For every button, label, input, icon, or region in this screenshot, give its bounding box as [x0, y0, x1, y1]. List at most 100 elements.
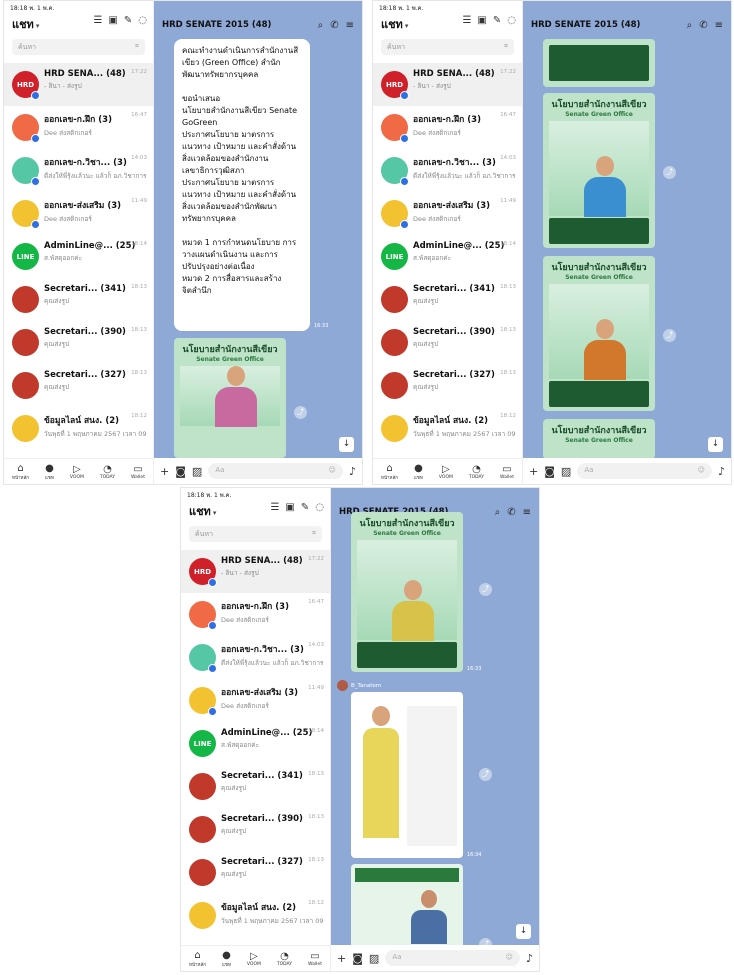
list-item[interactable]: Secretari... (341) คุณส่งรูป 18:13 — [4, 278, 153, 321]
tab-today[interactable]: ◔ TODAY — [100, 464, 115, 480]
plus-icon[interactable]: + — [160, 465, 169, 478]
list-item[interactable]: ออกเลข-ส่งเสริม (3) Dee ส่งสติกเกอร์ 11:49 — [373, 192, 522, 235]
poster-image[interactable]: นโยบายสำนักงานสีเขียว Senate Green Offic… — [174, 338, 286, 458]
chat-title[interactable]: แชท ▾ — [189, 502, 216, 520]
menu-icon[interactable]: ≡ — [715, 20, 723, 31]
poster-image[interactable]: นโยบายสำนักงานสีเขียว Senate Green Offic… — [543, 93, 655, 248]
poster-image[interactable]: นโยบายสำนักงานสีเขียว Senate Green Offic… — [543, 419, 655, 459]
emoji-icon[interactable]: ☺ — [506, 953, 513, 963]
scan-icon[interactable]: ⌗ — [504, 42, 508, 52]
poster-image[interactable]: นโยบายสำนักงานสีเขียว Senate Green Offic… — [351, 512, 463, 672]
list-item[interactable]: LINE AdminLine@... (25) ส.พัสดุออกค่ะ 18:14 — [4, 235, 153, 278]
phone-icon[interactable]: ✆ — [507, 507, 515, 518]
image-icon[interactable]: ▨ — [369, 952, 379, 965]
scroll-down-button[interactable]: ↓ — [339, 437, 354, 452]
document-image[interactable] — [351, 692, 463, 858]
search-input[interactable]: ค้นหา ⌗ — [12, 39, 145, 55]
phone-icon[interactable]: ✆ — [699, 20, 707, 31]
list-item[interactable]: Secretari... (327) คุณส่งรูป 18:13 — [373, 364, 522, 407]
image-icon[interactable]: ▨ — [192, 465, 202, 478]
tab-chats[interactable]: ● แชท — [414, 463, 423, 481]
camera-icon[interactable]: ◙ — [544, 465, 555, 478]
list-item[interactable]: ออกเลข-ก.ฝึก (3) Dee ส่งสติกเกอร์ 16:47 — [4, 106, 153, 149]
share-icon[interactable]: ⤴ — [479, 768, 492, 781]
new-chat-icon[interactable]: ✎ — [301, 502, 309, 513]
sort-icon[interactable]: ☰ — [462, 15, 471, 26]
list-item[interactable]: HRD HRD SENA... (48) - ลินา - ส่งรูป 17:22 — [4, 63, 153, 106]
search-input[interactable]: ค้นหา ⌗ — [381, 39, 514, 55]
sender[interactable]: B_Tanatorn — [337, 680, 381, 691]
tab-voom[interactable]: ▷ VOOM — [439, 464, 453, 480]
list-item[interactable]: Secretari... (341) คุณส่งรูป 18:13 — [373, 278, 522, 321]
share-icon[interactable]: ⤴ — [479, 583, 492, 596]
poster-image[interactable] — [543, 39, 655, 87]
chat-title[interactable]: แชท ▾ — [12, 15, 39, 33]
scroll-down-button[interactable]: ↓ — [708, 437, 723, 452]
search-input[interactable]: ค้นหา ⌗ — [189, 526, 322, 542]
tab-voom[interactable]: ▷ VOOM — [70, 464, 84, 480]
list-item[interactable]: Secretari... (327) คุณส่งรูป 18:13 — [181, 851, 330, 894]
mic-icon[interactable]: ♪ — [718, 465, 725, 478]
tab-wallet[interactable]: ▭ Wallet — [131, 464, 145, 480]
tab-today[interactable]: ◔ TODAY — [469, 464, 484, 480]
tab-chats[interactable]: ● แชท — [222, 950, 231, 968]
plus-icon[interactable]: + — [529, 465, 538, 478]
list-item[interactable]: ออกเลข-ส่งเสริม (3) Dee ส่งสติกเกอร์ 11:49 — [181, 679, 330, 722]
tab-wallet[interactable]: ▭ Wallet — [500, 464, 514, 480]
message-input[interactable]: Aa ☺ — [385, 950, 520, 966]
list-item[interactable]: LINE AdminLine@... (25) ส.พัสดุออกค่ะ 18:14 — [373, 235, 522, 278]
search-icon[interactable]: ⌕ — [687, 20, 693, 31]
list-item[interactable]: ออกเลข-ก.วิชา... (3) ดีส่งให้พี่รุ้งแล้วน… — [4, 149, 153, 192]
tab-home[interactable]: ⌂ หน้าหลัก — [189, 950, 206, 968]
chat-title[interactable]: แชท ▾ — [381, 15, 408, 33]
share-icon[interactable]: ⤴ — [663, 166, 676, 179]
list-item[interactable]: HRD HRD SENA... (48) - ลินา - ส่งรูป 17:22 — [373, 63, 522, 106]
openchat-icon[interactable]: ◌ — [507, 15, 516, 26]
list-item[interactable]: LINE AdminLine@... (25) ส.พัสดุออกค่ะ 18:14 — [181, 722, 330, 765]
list-item[interactable]: Secretari... (341) คุณส่งรูป 18:13 — [181, 765, 330, 808]
chat-room-title[interactable]: HRD SENATE 2015 (48) — [162, 20, 271, 30]
list-item[interactable]: HRD HRD SENA... (48) - ลินา - ส่งรูป 17:22 — [181, 550, 330, 593]
phone-icon[interactable]: ✆ — [330, 20, 338, 31]
search-icon[interactable]: ⌕ — [318, 20, 324, 31]
document-image[interactable] — [351, 864, 463, 949]
mic-icon[interactable]: ♪ — [349, 465, 356, 478]
scan-icon[interactable]: ⌗ — [312, 529, 316, 539]
sort-icon[interactable]: ☰ — [270, 502, 279, 513]
mic-icon[interactable]: ♪ — [526, 952, 533, 965]
list-item[interactable]: ข้อมูลไลน์ สนง. (2) วันพุธที่ 1 พฤษภาคม 2… — [4, 407, 153, 450]
tab-chats[interactable]: ● แชท — [45, 463, 54, 481]
plus-icon[interactable]: + — [337, 952, 346, 965]
list-item[interactable]: ออกเลข-ก.ฝึก (3) Dee ส่งสติกเกอร์ 16:47 — [181, 593, 330, 636]
scroll-down-button[interactable]: ↓ — [516, 924, 531, 939]
menu-icon[interactable]: ≡ — [523, 507, 531, 518]
message-bubble[interactable]: คณะทำงานดำเนินการสำนักงานสีเขียว (Green … — [174, 39, 310, 331]
sort-icon[interactable]: ☰ — [93, 15, 102, 26]
menu-icon[interactable]: ≡ — [346, 20, 354, 31]
create-icon[interactable]: ▣ — [285, 502, 294, 513]
share-icon[interactable]: ⤴ — [663, 329, 676, 342]
poster-image[interactable]: นโยบายสำนักงานสีเขียว Senate Green Offic… — [543, 256, 655, 411]
search-icon[interactable]: ⌕ — [495, 507, 501, 518]
new-chat-icon[interactable]: ✎ — [124, 15, 132, 26]
scan-icon[interactable]: ⌗ — [135, 42, 139, 52]
list-item[interactable]: ออกเลข-ก.วิชา... (3) ดีส่งให้พี่รุ้งแล้วน… — [181, 636, 330, 679]
tab-home[interactable]: ⌂ หน้าหลัก — [12, 463, 29, 481]
camera-icon[interactable]: ◙ — [352, 952, 363, 965]
message-input[interactable]: Aa ☺ — [577, 463, 712, 479]
tab-home[interactable]: ⌂ หน้าหลัก — [381, 463, 398, 481]
list-item[interactable]: ออกเลข-ก.วิชา... (3) ดีส่งให้พี่รุ้งแล้วน… — [373, 149, 522, 192]
tab-wallet[interactable]: ▭ Wallet — [308, 951, 322, 967]
chat-room-title[interactable]: HRD SENATE 2015 (48) — [531, 20, 640, 30]
tab-today[interactable]: ◔ TODAY — [277, 951, 292, 967]
emoji-icon[interactable]: ☺ — [329, 466, 336, 476]
create-icon[interactable]: ▣ — [108, 15, 117, 26]
emoji-icon[interactable]: ☺ — [698, 466, 705, 476]
create-icon[interactable]: ▣ — [477, 15, 486, 26]
camera-icon[interactable]: ◙ — [175, 465, 186, 478]
openchat-icon[interactable]: ◌ — [315, 502, 324, 513]
list-item[interactable]: Secretari... (327) คุณส่งรูป 18:13 — [4, 364, 153, 407]
list-item[interactable]: ออกเลข-ส่งเสริม (3) Dee ส่งสติกเกอร์ 11:49 — [4, 192, 153, 235]
new-chat-icon[interactable]: ✎ — [493, 15, 501, 26]
openchat-icon[interactable]: ◌ — [138, 15, 147, 26]
